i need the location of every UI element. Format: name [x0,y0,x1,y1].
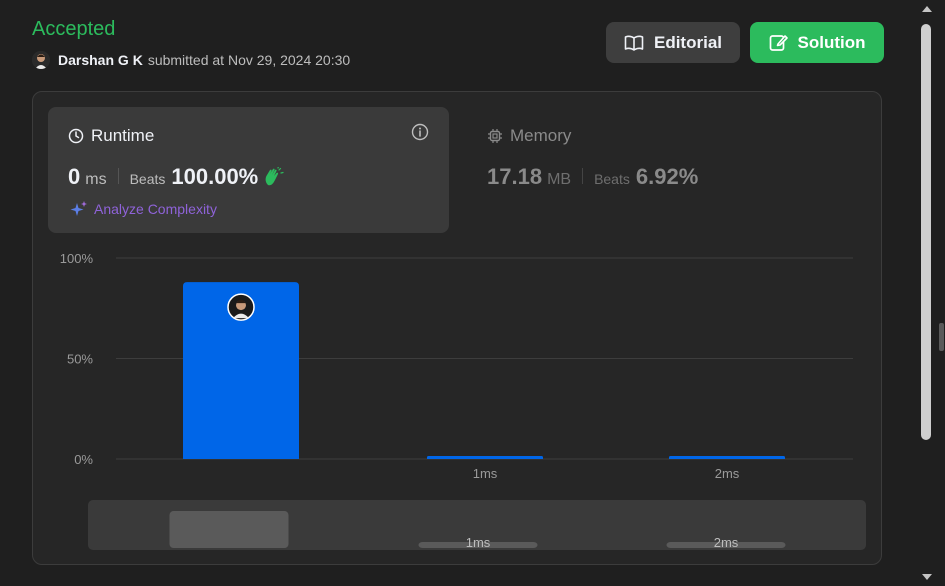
mini-chart-label: 1ms [466,535,491,550]
chart-bar [669,455,785,459]
x-tick-label: 2ms [715,466,740,481]
y-tick-label: 0% [74,452,93,467]
scroll-down-arrow[interactable] [922,574,932,580]
resize-grip[interactable] [939,323,944,351]
chart-range-selector[interactable]: 1ms 2ms [88,500,866,550]
scrollbar-thumb[interactable] [921,24,931,440]
runtime-distribution-chart: 100% 50% 0% 1ms 2ms [60,251,853,481]
scroll-up-arrow[interactable] [922,6,932,12]
y-tick-label: 50% [67,352,93,367]
mini-chart-label: 2ms [714,535,739,550]
chart-bar [427,455,543,459]
x-tick-label: 1ms [473,466,498,481]
y-tick-label: 100% [60,251,94,266]
mini-chart-bar [169,511,289,548]
mini-chart: 1ms 2ms [169,511,786,550]
